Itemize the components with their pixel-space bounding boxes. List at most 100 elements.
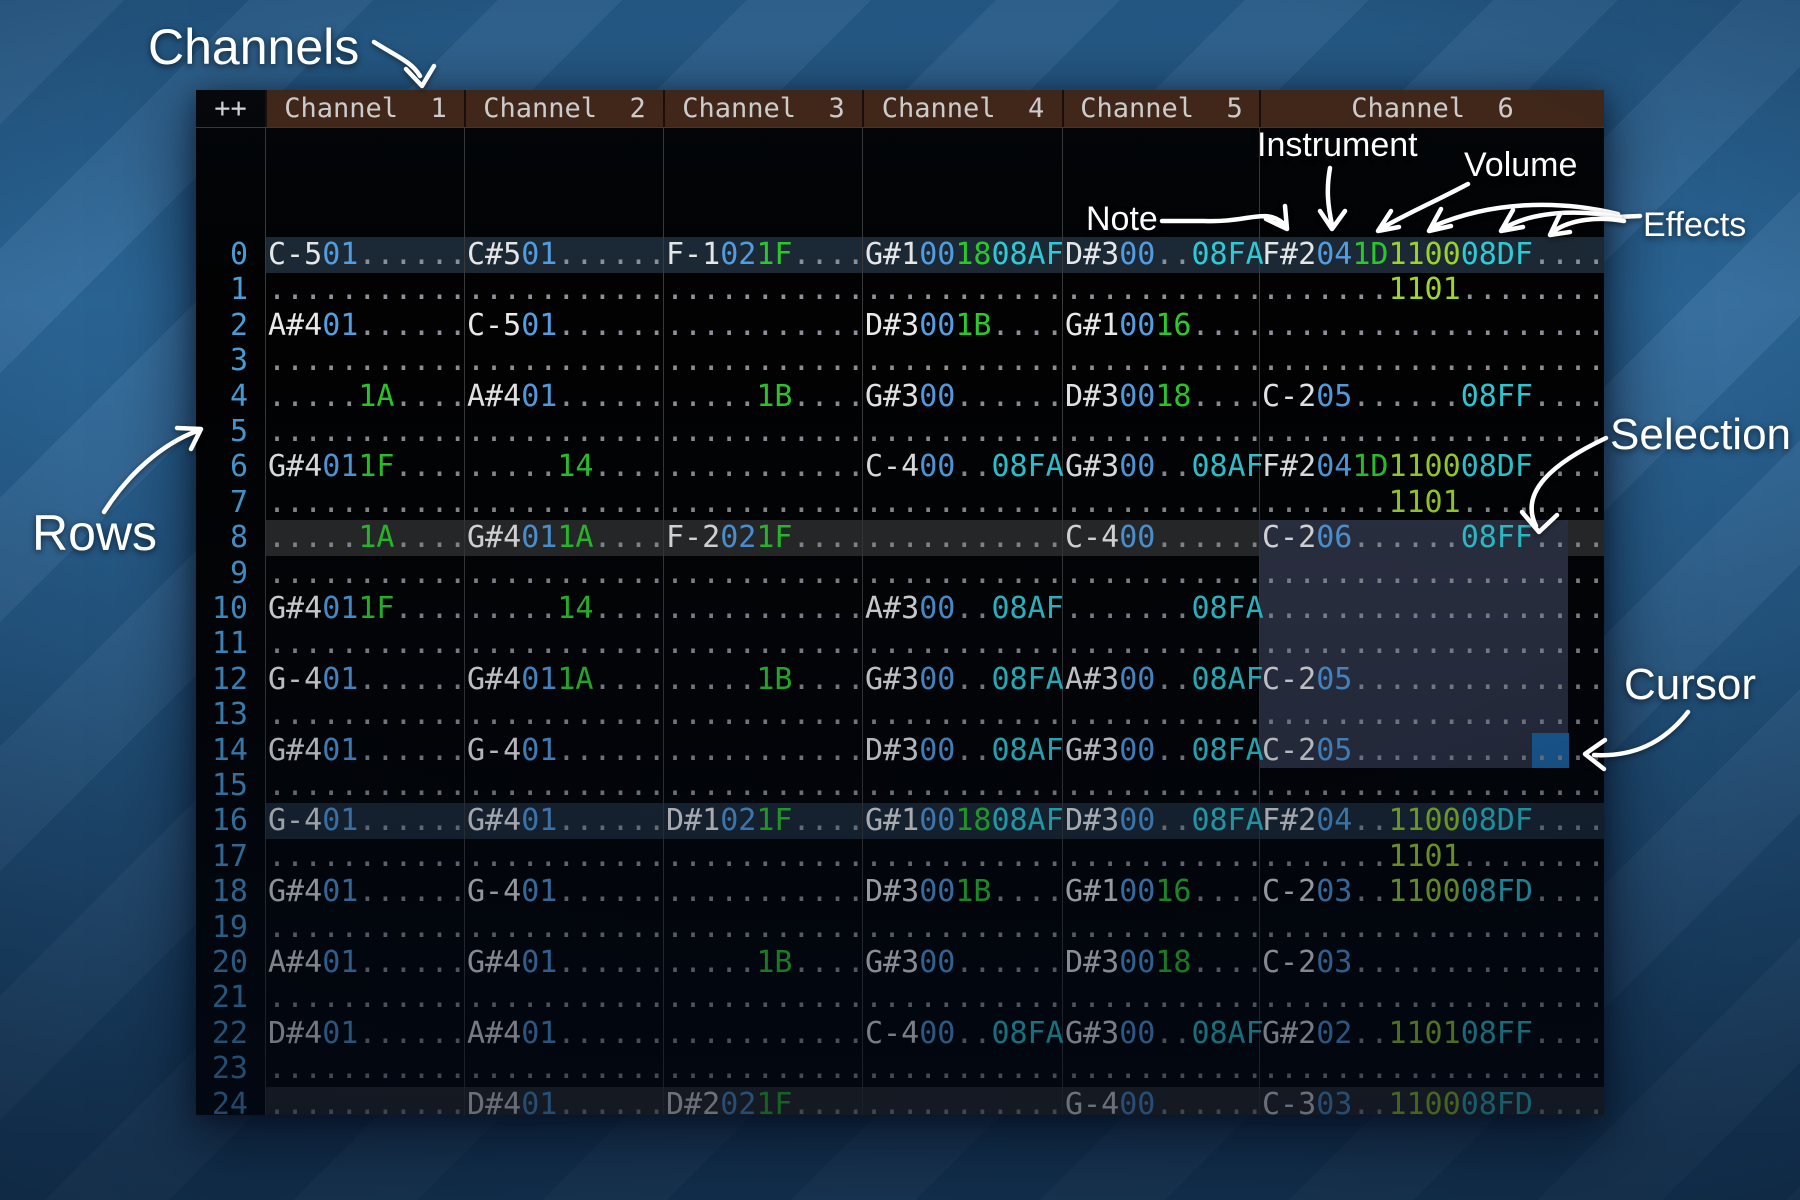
pattern-cell-r16-ch5[interactable]: D#300..08FA: [1065, 803, 1264, 838]
pattern-cell-r4-ch1[interactable]: .....1A....: [268, 379, 467, 414]
pattern-cell-r3-ch5[interactable]: ...........: [1065, 343, 1264, 378]
pattern-cell-r22-ch6[interactable]: G#202..110108FF....: [1262, 1016, 1604, 1051]
pattern-cell-r20-ch1[interactable]: A#401......: [268, 945, 467, 980]
pattern-cell-r0-ch4[interactable]: G#1001808AF: [865, 237, 1064, 272]
pattern-cell-r6-ch5[interactable]: G#300..08AF: [1065, 449, 1264, 484]
pattern-cell-r11-ch1[interactable]: ...........: [268, 626, 467, 661]
pattern-cell-r4-ch2[interactable]: A#401......: [467, 379, 666, 414]
pattern-cell-r22-ch4[interactable]: C-400..08FA: [865, 1016, 1064, 1051]
pattern-cell-r20-ch3[interactable]: .....1B....: [666, 945, 865, 980]
pattern-cell-r13-ch1[interactable]: ...........: [268, 697, 467, 732]
pattern-cell-r23-ch6[interactable]: ...................: [1262, 1051, 1604, 1086]
pattern-cell-r11-ch3[interactable]: ...........: [666, 626, 865, 661]
pattern-cell-r19-ch2[interactable]: ...........: [467, 910, 666, 945]
pattern-cell-r14-ch6[interactable]: C-205..............: [1262, 733, 1604, 768]
pattern-cell-r20-ch2[interactable]: G#401......: [467, 945, 666, 980]
pattern-cell-r19-ch1[interactable]: ...........: [268, 910, 467, 945]
pattern-cell-r3-ch2[interactable]: ...........: [467, 343, 666, 378]
pattern-cell-r11-ch4[interactable]: ...........: [865, 626, 1064, 661]
pattern-cell-r9-ch3[interactable]: ...........: [666, 556, 865, 591]
pattern-cell-r17-ch2[interactable]: ...........: [467, 839, 666, 874]
pattern-cell-r2-ch6[interactable]: ...................: [1262, 308, 1604, 343]
pattern-cell-r7-ch2[interactable]: ...........: [467, 485, 666, 520]
pattern-cell-r18-ch3[interactable]: ...........: [666, 874, 865, 909]
pattern-cell-r22-ch3[interactable]: ...........: [666, 1016, 865, 1051]
pattern-cell-r2-ch2[interactable]: C-501......: [467, 308, 666, 343]
pattern-cell-r5-ch6[interactable]: ...................: [1262, 414, 1604, 449]
pattern-cell-r5-ch2[interactable]: ...........: [467, 414, 666, 449]
pattern-cell-r20-ch4[interactable]: G#300......: [865, 945, 1064, 980]
pattern-cell-r20-ch6[interactable]: C-203..............: [1262, 945, 1604, 980]
pattern-cell-r10-ch1[interactable]: G#4011F....: [268, 591, 467, 626]
pattern-cell-r16-ch2[interactable]: G#401......: [467, 803, 666, 838]
pattern-cell-r14-ch4[interactable]: D#300..08AF: [865, 733, 1064, 768]
pattern-cell-r13-ch4[interactable]: ...........: [865, 697, 1064, 732]
pattern-cell-r12-ch5[interactable]: A#300..08AF: [1065, 662, 1264, 697]
pattern-cell-r15-ch2[interactable]: ...........: [467, 768, 666, 803]
pattern-cell-r19-ch5[interactable]: ...........: [1065, 910, 1264, 945]
pattern-cell-r10-ch2[interactable]: .....14....: [467, 591, 666, 626]
pattern-cell-r0-ch5[interactable]: D#300..08FA: [1065, 237, 1264, 272]
pattern-cell-r14-ch3[interactable]: ...........: [666, 733, 865, 768]
pattern-cell-r21-ch3[interactable]: ...........: [666, 980, 865, 1015]
pattern-cell-r16-ch3[interactable]: D#1021F....: [666, 803, 865, 838]
pattern-cell-r11-ch6[interactable]: ...................: [1262, 626, 1604, 661]
pattern-cell-r13-ch5[interactable]: ...........: [1065, 697, 1264, 732]
pattern-cell-r7-ch1[interactable]: ...........: [268, 485, 467, 520]
pattern-cell-r9-ch1[interactable]: ...........: [268, 556, 467, 591]
pattern-cell-r20-ch5[interactable]: D#30018....: [1065, 945, 1264, 980]
pattern-cell-r24-ch3[interactable]: D#2021F....: [666, 1087, 865, 1115]
pattern-cell-r5-ch3[interactable]: ...........: [666, 414, 865, 449]
pattern-cell-r15-ch6[interactable]: ...................: [1262, 768, 1604, 803]
pattern-cell-r10-ch3[interactable]: ...........: [666, 591, 865, 626]
pattern-cell-r8-ch2[interactable]: G#4011A....: [467, 520, 666, 555]
pattern-cell-r12-ch6[interactable]: C-205..............: [1262, 662, 1604, 697]
pattern-cell-r15-ch4[interactable]: ...........: [865, 768, 1064, 803]
pattern-cell-r3-ch3[interactable]: ...........: [666, 343, 865, 378]
pattern-cell-r5-ch5[interactable]: ...........: [1065, 414, 1264, 449]
pattern-cell-r13-ch3[interactable]: ...........: [666, 697, 865, 732]
pattern-cell-r15-ch5[interactable]: ...........: [1065, 768, 1264, 803]
pattern-cell-r4-ch6[interactable]: C-205......08FF....: [1262, 379, 1604, 414]
pattern-cell-r17-ch6[interactable]: .......1101........: [1262, 839, 1604, 874]
pattern-cell-r3-ch4[interactable]: ...........: [865, 343, 1064, 378]
pattern-cell-r6-ch1[interactable]: G#4011F....: [268, 449, 467, 484]
pattern-cell-r7-ch5[interactable]: ...........: [1065, 485, 1264, 520]
pattern-cell-r12-ch1[interactable]: G-401......: [268, 662, 467, 697]
pattern-cell-r23-ch4[interactable]: ...........: [865, 1051, 1064, 1086]
pattern-cell-r9-ch2[interactable]: ...........: [467, 556, 666, 591]
pattern-cell-r14-ch2[interactable]: G-401......: [467, 733, 666, 768]
pattern-cell-r8-ch3[interactable]: F-2021F....: [666, 520, 865, 555]
pattern-cell-r1-ch1[interactable]: ...........: [268, 272, 467, 307]
pattern-cell-r1-ch6[interactable]: .......1101........: [1262, 272, 1604, 307]
pattern-cell-r9-ch4[interactable]: ...........: [865, 556, 1064, 591]
pattern-cell-r8-ch1[interactable]: .....1A....: [268, 520, 467, 555]
pattern-cell-r8-ch6[interactable]: C-206......08FF....: [1262, 520, 1604, 555]
pattern-cell-r21-ch4[interactable]: ...........: [865, 980, 1064, 1015]
pattern-cell-r18-ch4[interactable]: D#3001B....: [865, 874, 1064, 909]
pattern-cell-r9-ch5[interactable]: ...........: [1065, 556, 1264, 591]
pattern-cell-r14-ch5[interactable]: G#300..08FA: [1065, 733, 1264, 768]
pattern-cell-r24-ch1[interactable]: ...........: [268, 1087, 467, 1115]
pattern-cell-r2-ch3[interactable]: ...........: [666, 308, 865, 343]
pattern-cell-r1-ch5[interactable]: ...........: [1065, 272, 1264, 307]
pattern-cell-r6-ch4[interactable]: C-400..08FA: [865, 449, 1064, 484]
pattern-cell-r0-ch3[interactable]: F-1021F....: [666, 237, 865, 272]
pattern-cell-r18-ch2[interactable]: G-401......: [467, 874, 666, 909]
pattern-cell-r4-ch4[interactable]: G#300......: [865, 379, 1064, 414]
pattern-cell-r19-ch3[interactable]: ...........: [666, 910, 865, 945]
pattern-cell-r16-ch6[interactable]: F#204..110008DF....: [1262, 803, 1604, 838]
pattern-cell-r22-ch5[interactable]: G#300..08AF: [1065, 1016, 1264, 1051]
pattern-cell-r6-ch3[interactable]: ...........: [666, 449, 865, 484]
pattern-cell-r23-ch3[interactable]: ...........: [666, 1051, 865, 1086]
pattern-cell-r2-ch5[interactable]: G#10016....: [1065, 308, 1264, 343]
pattern-cell-r6-ch6[interactable]: F#2041D110008DF....: [1262, 449, 1604, 484]
pattern-cell-r0-ch2[interactable]: C#501......: [467, 237, 666, 272]
pattern-cell-r8-ch5[interactable]: C-400......: [1065, 520, 1264, 555]
pattern-cell-r16-ch4[interactable]: G#1001808AF: [865, 803, 1064, 838]
pattern-cell-r3-ch6[interactable]: ...................: [1262, 343, 1604, 378]
pattern-cell-r1-ch4[interactable]: ...........: [865, 272, 1064, 307]
pattern-cell-r24-ch6[interactable]: C-303..110008FD....: [1262, 1087, 1604, 1115]
pattern-cell-r1-ch3[interactable]: ...........: [666, 272, 865, 307]
pattern-cell-r4-ch3[interactable]: .....1B....: [666, 379, 865, 414]
